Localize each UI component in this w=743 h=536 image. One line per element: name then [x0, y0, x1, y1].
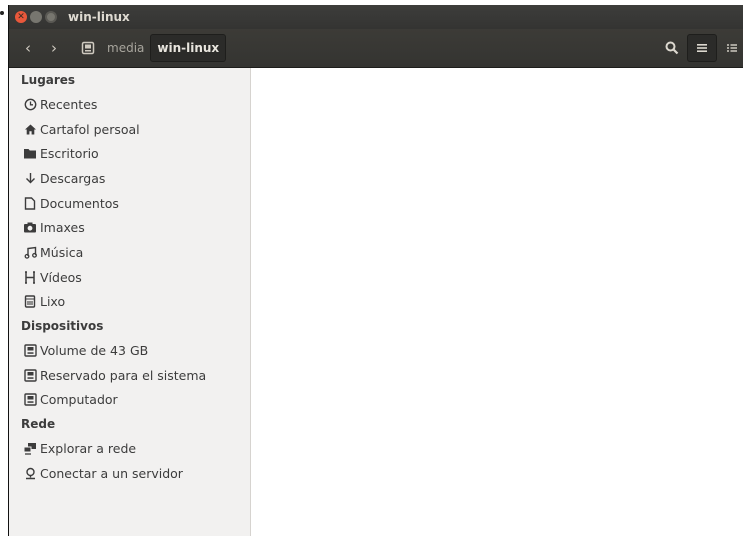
sidebar-item-musica[interactable]: Música: [9, 240, 250, 265]
forward-button[interactable]: ›: [41, 39, 67, 57]
sidebar-item-label: Lixo: [40, 294, 66, 310]
grid-view-icon: [727, 44, 737, 52]
film-icon: [23, 270, 37, 284]
sidebar-item-documentos[interactable]: Documentos: [9, 191, 250, 216]
title-bar: ✕ win-linux: [9, 5, 743, 29]
sidebar-item-label: Documentos: [40, 195, 119, 211]
list-view-icon: [697, 44, 707, 52]
drive-icon: [23, 368, 37, 382]
sidebar-item-volume-43gb[interactable]: Volume de 43 GB: [9, 338, 250, 363]
sidebar-item-label: Conectar a un servidor: [40, 465, 183, 481]
file-view-area[interactable]: [251, 68, 743, 536]
sidebar-item-label: Escritorio: [40, 146, 99, 162]
trash-icon: [23, 295, 37, 309]
camera-icon: [23, 221, 37, 235]
maximize-window-button[interactable]: [45, 11, 57, 23]
drive-icon: [23, 393, 37, 407]
network-icon: [23, 442, 37, 456]
clock-icon: [23, 97, 37, 111]
breadcrumb: media win-linux: [75, 34, 227, 62]
sidebar-item-label: Música: [40, 244, 84, 260]
sidebar-item-conectar-servidor[interactable]: Conectar a un servidor: [9, 461, 250, 486]
toolbar-right: [657, 34, 743, 62]
sidebar-item-label: Imaxes: [40, 220, 85, 236]
file-manager-window: ✕ win-linux ‹ › media win-linux Lugares …: [8, 5, 743, 536]
chevron-left-icon: ‹: [25, 39, 31, 57]
close-icon: ✕: [17, 12, 25, 22]
home-icon: [23, 122, 37, 136]
sidebar-item-label: Cartafol persoal: [40, 121, 140, 137]
close-window-button[interactable]: ✕: [15, 11, 27, 23]
sidebar-item-descargas[interactable]: Descargas: [9, 166, 250, 191]
list-view-button[interactable]: [687, 34, 717, 62]
sidebar-item-imaxes[interactable]: Imaxes: [9, 215, 250, 240]
sidebar-item-lixo[interactable]: Lixo: [9, 290, 250, 315]
minimize-window-button[interactable]: [30, 11, 42, 23]
window-title: win-linux: [68, 10, 130, 24]
toolbar: ‹ › media win-linux: [9, 29, 743, 68]
server-icon: [23, 466, 37, 480]
search-icon: [665, 41, 679, 55]
sidebar-section-network: Rede: [21, 417, 56, 432]
sidebar-item-label: Recentes: [40, 96, 98, 112]
sidebar: Lugares Recentes Cartafol persoal Escrit…: [9, 68, 251, 536]
drive-icon: [81, 41, 95, 55]
sidebar-item-label: Volume de 43 GB: [40, 343, 149, 359]
drive-icon: [23, 344, 37, 358]
breadcrumb-media[interactable]: media: [101, 34, 150, 62]
download-icon: [23, 171, 37, 185]
sidebar-item-label: Explorar a rede: [40, 441, 137, 457]
sidebar-item-videos[interactable]: Vídeos: [9, 265, 250, 290]
sidebar-section-places: Lugares: [21, 73, 76, 87]
sidebar-item-label: Vídeos: [40, 269, 82, 285]
sidebar-section-devices: Dispositivos: [21, 319, 104, 334]
breadcrumb-win-linux[interactable]: win-linux: [150, 34, 227, 62]
document-icon: [23, 196, 37, 210]
page: ✕ win-linux ‹ › media win-linux Lugares …: [0, 0, 743, 536]
sidebar-item-label: Descargas: [40, 170, 106, 186]
chevron-right-icon: ›: [51, 39, 57, 57]
list-bullet: [0, 11, 4, 15]
sidebar-item-reservado-sistema[interactable]: Reservado para el sistema: [9, 363, 250, 388]
back-button[interactable]: ‹: [15, 39, 41, 57]
sidebar-item-recentes[interactable]: Recentes: [9, 92, 250, 117]
breadcrumb-drive-button[interactable]: [75, 35, 101, 61]
search-button[interactable]: [657, 34, 687, 62]
desktop-folder-icon: [23, 147, 37, 161]
sidebar-item-label: Computador: [40, 392, 118, 408]
music-icon: [23, 245, 37, 259]
grid-view-button[interactable]: [717, 34, 743, 62]
sidebar-item-label: Reservado para el sistema: [40, 367, 207, 383]
sidebar-item-computador[interactable]: Computador: [9, 388, 250, 413]
sidebar-item-cartafol-persoal[interactable]: Cartafol persoal: [9, 117, 250, 142]
sidebar-item-escritorio[interactable]: Escritorio: [9, 141, 250, 166]
sidebar-item-explorar-rede[interactable]: Explorar a rede: [9, 436, 250, 461]
